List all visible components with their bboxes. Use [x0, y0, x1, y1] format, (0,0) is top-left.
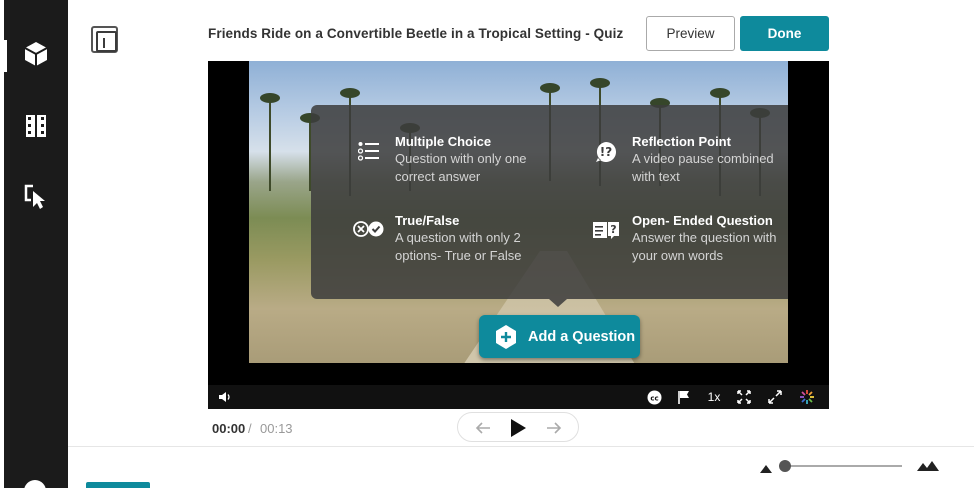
- video-frame[interactable]: Multiple Choice Question with only one c…: [249, 61, 788, 363]
- fullscreen-icon[interactable]: [735, 388, 753, 406]
- option-open-ended[interactable]: ? Open- Ended Question Answer the questi…: [588, 212, 777, 265]
- layout-toggle-button[interactable]: [91, 26, 118, 53]
- arrow-right-icon: [547, 422, 562, 434]
- time-separator: /: [248, 421, 252, 436]
- option-title: Multiple Choice: [395, 134, 492, 149]
- sidebar-item-cube[interactable]: [22, 40, 50, 68]
- expand-icon[interactable]: [766, 388, 784, 406]
- playback-speed[interactable]: 1x: [704, 388, 724, 406]
- play-button[interactable]: [507, 417, 529, 439]
- zoom-slider-track[interactable]: [785, 465, 902, 467]
- next-cue-button[interactable]: [543, 417, 565, 439]
- option-title: True/False: [395, 213, 460, 228]
- mountain-large-icon: [917, 461, 939, 471]
- mountain-small-icon: [760, 465, 772, 473]
- cursor-click-icon: [24, 184, 45, 209]
- playback-nav: [457, 412, 579, 442]
- option-description: A question with only 2: [395, 230, 521, 245]
- option-title: Reflection Point: [632, 134, 731, 149]
- true-false-icon: [353, 221, 384, 237]
- cube-icon: [24, 42, 48, 66]
- zoom-in-button[interactable]: [917, 459, 939, 477]
- add-question-label: Add a Question: [528, 328, 636, 345]
- video-player: Multiple Choice Question with only one c…: [208, 61, 829, 409]
- svg-text:!?: !?: [600, 145, 612, 159]
- sidebar-item-cursor[interactable]: [22, 182, 50, 210]
- option-reflection-point[interactable]: !? Reflection Point A video pause combin…: [588, 133, 774, 186]
- list-icon: [358, 142, 379, 161]
- sidebar-item-film[interactable]: [22, 112, 50, 140]
- previous-cue-button[interactable]: [472, 417, 494, 439]
- option-description: Question with only one: [395, 151, 527, 166]
- flag-icon[interactable]: [675, 388, 693, 406]
- film-strip-icon: [26, 115, 46, 137]
- option-description: with text: [632, 169, 680, 184]
- current-time: 00:00: [212, 421, 246, 436]
- option-multiple-choice[interactable]: Multiple Choice Question with only one c…: [351, 133, 527, 186]
- closed-captions-icon[interactable]: cc: [645, 388, 663, 406]
- svg-text:cc: cc: [650, 394, 658, 402]
- done-button[interactable]: Done: [740, 16, 829, 51]
- option-description: Answer the question with: [632, 230, 777, 245]
- question-type-menu: Multiple Choice Question with only one c…: [311, 105, 788, 307]
- active-indicator: [4, 40, 7, 72]
- player-controls: cc 1x: [208, 385, 829, 409]
- open-question-icon: ?: [593, 222, 619, 239]
- option-description: A video pause combined: [632, 151, 774, 166]
- option-true-false[interactable]: True/False A question with only 2 option…: [351, 212, 521, 265]
- duration: 00:13: [260, 421, 293, 436]
- svg-text:?: ?: [610, 223, 616, 236]
- quiz-editor: Friends Ride on a Convertible Beetle in …: [0, 0, 974, 488]
- hexagon-plus-icon: [496, 324, 516, 349]
- option-description: correct answer: [395, 169, 481, 184]
- add-question-button[interactable]: Add a Question: [479, 315, 640, 358]
- volume-icon[interactable]: [216, 388, 234, 406]
- question-bubble-icon: !?: [596, 142, 616, 162]
- timeline-cue-badge[interactable]: [86, 482, 150, 488]
- zoom-slider-thumb[interactable]: [779, 460, 791, 472]
- play-icon: [511, 419, 526, 437]
- left-rail-panel: [4, 0, 68, 488]
- preview-button[interactable]: Preview: [646, 16, 735, 51]
- option-title: Open- Ended Question: [632, 213, 773, 228]
- arrow-left-icon: [475, 422, 490, 434]
- option-description: options- True or False: [395, 248, 522, 263]
- divider: [68, 446, 974, 447]
- left-rail: [0, 0, 68, 488]
- page-title: Friends Ride on a Convertible Beetle in …: [208, 26, 624, 41]
- option-description: your own words: [632, 248, 724, 263]
- zoom-out-button[interactable]: [760, 461, 772, 479]
- kaltura-logo-icon[interactable]: [798, 388, 816, 406]
